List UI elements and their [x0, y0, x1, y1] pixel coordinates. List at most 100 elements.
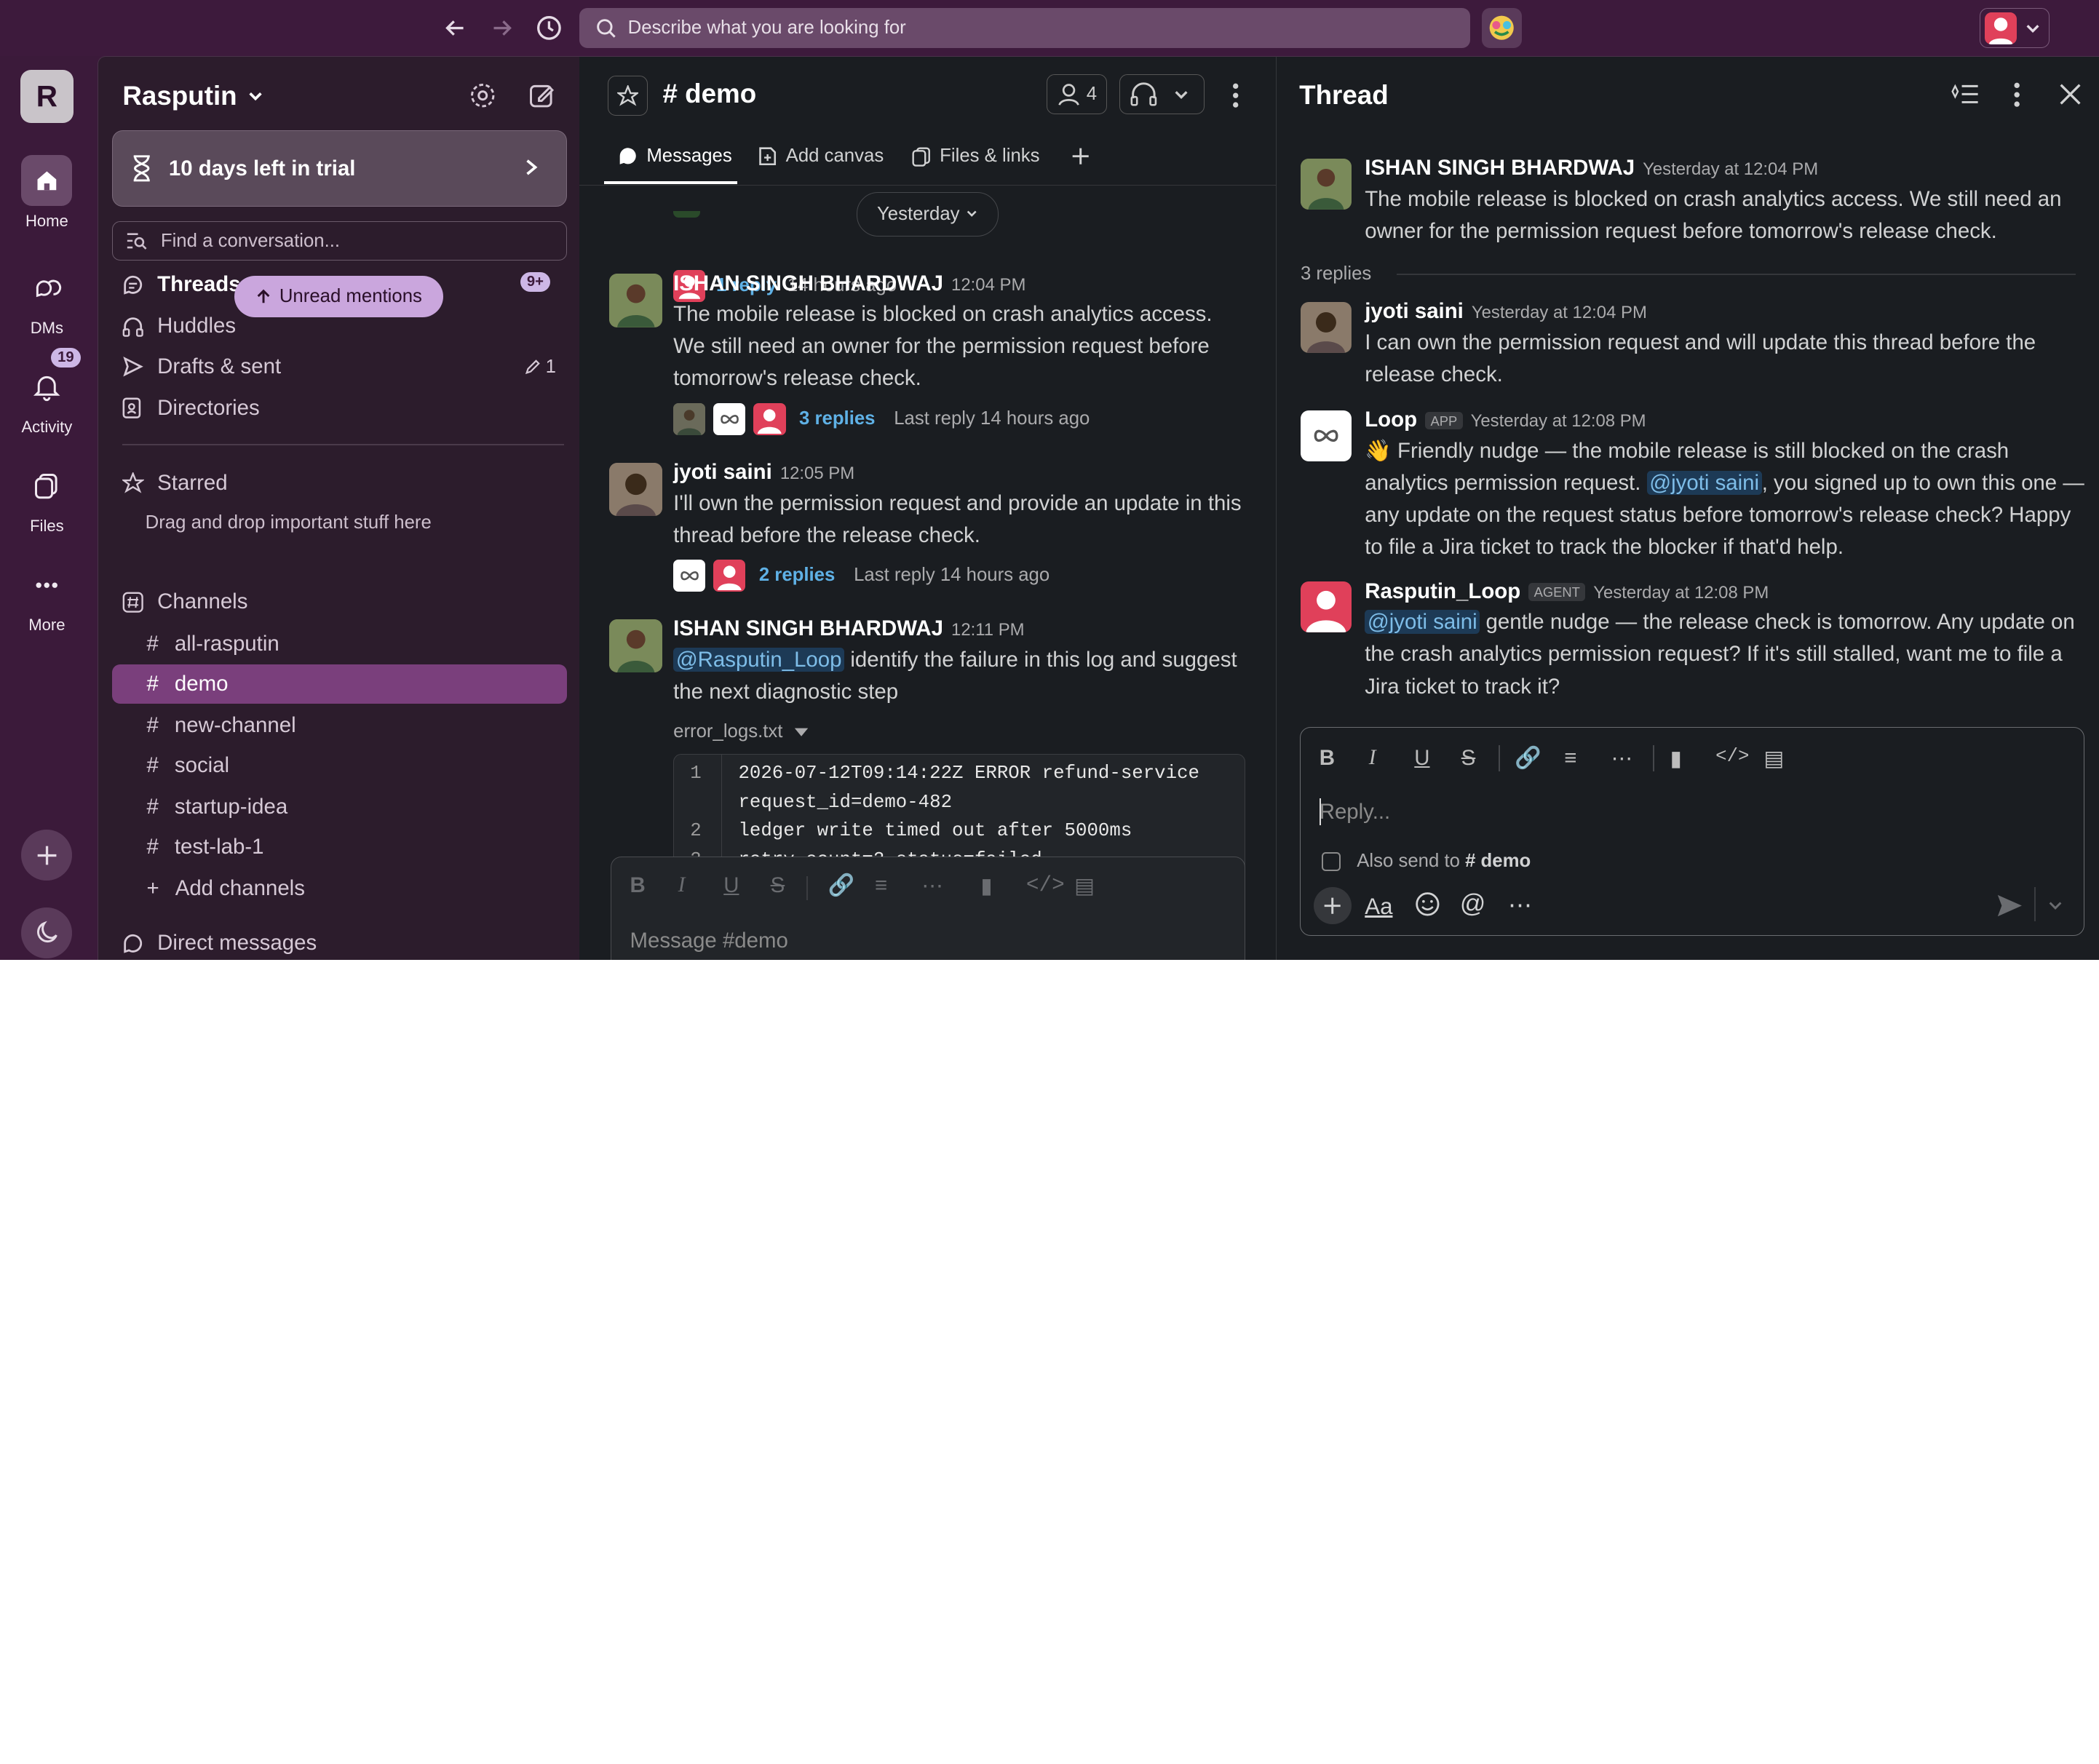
sidebar-item-directories[interactable]: Directories [122, 396, 260, 421]
message-author[interactable]: ISHAN SINGH BHARDWAJ [1365, 156, 1635, 180]
message-timestamp[interactable]: Yesterday at 12:08 PM [1471, 411, 1646, 431]
find-conversation-input[interactable]: Find a conversation... [111, 221, 568, 261]
blockquote-icon[interactable]: ▮ [980, 873, 992, 899]
avatar[interactable] [1300, 159, 1352, 210]
date-divider-button[interactable]: Yesterday [857, 192, 999, 237]
strikethrough-icon[interactable]: S [1461, 746, 1476, 771]
user-mention[interactable]: @jyoti saini [1365, 610, 1480, 635]
message-timestamp[interactable]: 12:04 PM [951, 275, 1025, 295]
user-mention[interactable]: @jyoti saini [1646, 470, 1762, 495]
channel-item[interactable]: # new-channel [112, 706, 567, 744]
settings-gear-icon[interactable] [468, 81, 497, 110]
code-icon[interactable]: </> [1715, 746, 1749, 767]
rail-more[interactable]: More [0, 560, 94, 635]
tab-messages[interactable]: Messages [617, 146, 732, 167]
emoji-icon[interactable] [1414, 891, 1441, 918]
channel-item[interactable]: # all-rasputin [112, 624, 567, 663]
sidebar-section-starred[interactable]: Starred [122, 471, 228, 496]
back-arrow-icon[interactable] [439, 12, 471, 44]
forward-arrow-icon[interactable] [486, 12, 518, 44]
kebab-menu-icon[interactable] [1225, 81, 1246, 110]
ai-assistant-icon[interactable] [1482, 8, 1523, 49]
moon-icon[interactable] [21, 907, 73, 958]
avatar[interactable] [608, 462, 663, 517]
message-author[interactable]: ISHAN SINGH BHARDWAJ [673, 616, 943, 640]
rail-home[interactable]: Home [0, 155, 94, 230]
message-timestamp[interactable]: Yesterday at 12:04 PM [1472, 303, 1647, 322]
file-name[interactable]: error_logs.txt [673, 721, 782, 742]
ordered-list-icon[interactable]: ≡ [1564, 746, 1576, 771]
trial-banner[interactable]: 10 days left in trial [111, 130, 568, 207]
rail-files[interactable]: Files [0, 461, 94, 536]
more-horizontal-icon[interactable]: ⋯ [1508, 891, 1532, 920]
sidebar-item-huddles[interactable]: Huddles [122, 314, 236, 338]
bullet-list-icon[interactable]: ⋯ [1611, 746, 1632, 771]
tab-files-links[interactable]: Files & links [910, 146, 1040, 167]
channel-item[interactable]: # social [112, 746, 567, 784]
loop-infinity-icon[interactable] [1300, 410, 1352, 461]
members-button[interactable]: 4 [1047, 74, 1108, 115]
avatar[interactable] [608, 619, 663, 673]
strikethrough-icon[interactable]: S [771, 873, 785, 898]
sidebar-section-channels[interactable]: Channels [122, 589, 247, 614]
workspace-name-button[interactable]: Rasputin [122, 81, 263, 111]
user-menu[interactable] [1980, 8, 2050, 49]
bold-icon[interactable]: B [630, 873, 645, 898]
history-clock-icon[interactable] [533, 12, 565, 44]
sidebar-item-drafts[interactable]: Drafts & sent [122, 354, 281, 379]
add-plus-icon[interactable] [21, 830, 73, 881]
file-attachment-header[interactable]: error_logs.txt [673, 721, 1249, 742]
attach-plus-icon[interactable] [1314, 886, 1352, 925]
message-timestamp[interactable]: Yesterday at 12:08 PM [1593, 583, 1769, 603]
send-icon[interactable] [1996, 894, 2023, 918]
tab-add-canvas[interactable]: Add canvas [756, 146, 884, 167]
avatar[interactable] [608, 274, 663, 327]
add-channels-button[interactable]: + Add channels [112, 870, 567, 908]
blockquote-icon[interactable]: ▮ [1670, 746, 1682, 771]
mention-at-icon[interactable]: @ [1460, 889, 1485, 918]
code-block-icon[interactable]: ▤ [1074, 873, 1095, 899]
message-author[interactable]: ISHAN SINGH BHARDWAJ [673, 271, 943, 295]
star-channel-icon[interactable] [608, 76, 648, 116]
thread-ai-summary-icon[interactable] [1950, 81, 1979, 108]
message-author[interactable]: Rasputin_Loop [1365, 579, 1520, 603]
sidebar-section-dms[interactable]: Direct messages [122, 931, 317, 956]
thread-reply-composer[interactable]: B I U S 🔗 ≡ ⋯ ▮ </> ▤ Reply... Also send… [1299, 726, 2084, 936]
compose-icon[interactable] [527, 81, 556, 110]
channel-item[interactable]: # startup-idea [112, 788, 567, 827]
reply-count-link[interactable]: 3 replies [799, 408, 876, 429]
user-mention[interactable]: @Rasputin_Loop [673, 647, 845, 672]
bold-icon[interactable]: B [1320, 746, 1335, 771]
rail-dms[interactable]: DMs [0, 263, 94, 338]
link-icon[interactable]: 🔗 [828, 873, 855, 898]
message-author[interactable]: jyoti saini [1365, 299, 1464, 323]
avatar[interactable] [1300, 581, 1352, 633]
code-icon[interactable]: </> [1026, 873, 1065, 897]
ordered-list-icon[interactable]: ≡ [875, 873, 887, 898]
italic-icon[interactable]: I [1369, 746, 1376, 770]
thread-replies[interactable]: 2 replies Last reply 14 hours ago [673, 559, 1249, 592]
formatting-aa-icon[interactable]: Aa [1365, 894, 1392, 920]
channel-item[interactable]: # test-lab-1 [112, 828, 567, 867]
channel-title[interactable]: # demo [662, 79, 756, 109]
message-timestamp[interactable]: Yesterday at 12:04 PM [1643, 159, 1818, 179]
link-icon[interactable]: 🔗 [1515, 746, 1541, 771]
italic-icon[interactable]: I [678, 873, 686, 897]
huddle-button[interactable] [1119, 74, 1205, 115]
thread-replies[interactable]: 3 replies Last reply 14 hours ago [673, 402, 1249, 435]
message-timestamp[interactable]: 12:11 PM [951, 620, 1025, 640]
workspace-icon[interactable]: R [20, 69, 74, 124]
reply-count-link[interactable]: 2 replies [759, 565, 836, 586]
underline-icon[interactable]: U [1414, 746, 1429, 771]
message-timestamp[interactable]: 12:05 PM [780, 464, 854, 483]
kebab-menu-icon[interactable] [2010, 80, 2023, 109]
rail-activity[interactable]: Activity 19 [0, 348, 94, 437]
close-icon[interactable] [2058, 82, 2082, 106]
message-composer[interactable]: B I U S 🔗 ≡ ⋯ ▮ </> ▤ Message #demo [610, 857, 1245, 960]
sidebar-item-threads[interactable]: Threads [122, 272, 241, 297]
chevron-down-icon[interactable] [2047, 899, 2063, 912]
code-block-icon[interactable]: ▤ [1763, 746, 1784, 771]
channel-item-active[interactable]: # demo [111, 664, 568, 704]
unread-mentions-button[interactable]: Unread mentions [234, 275, 443, 317]
search-bar[interactable]: Describe what you are looking for [579, 8, 1470, 49]
